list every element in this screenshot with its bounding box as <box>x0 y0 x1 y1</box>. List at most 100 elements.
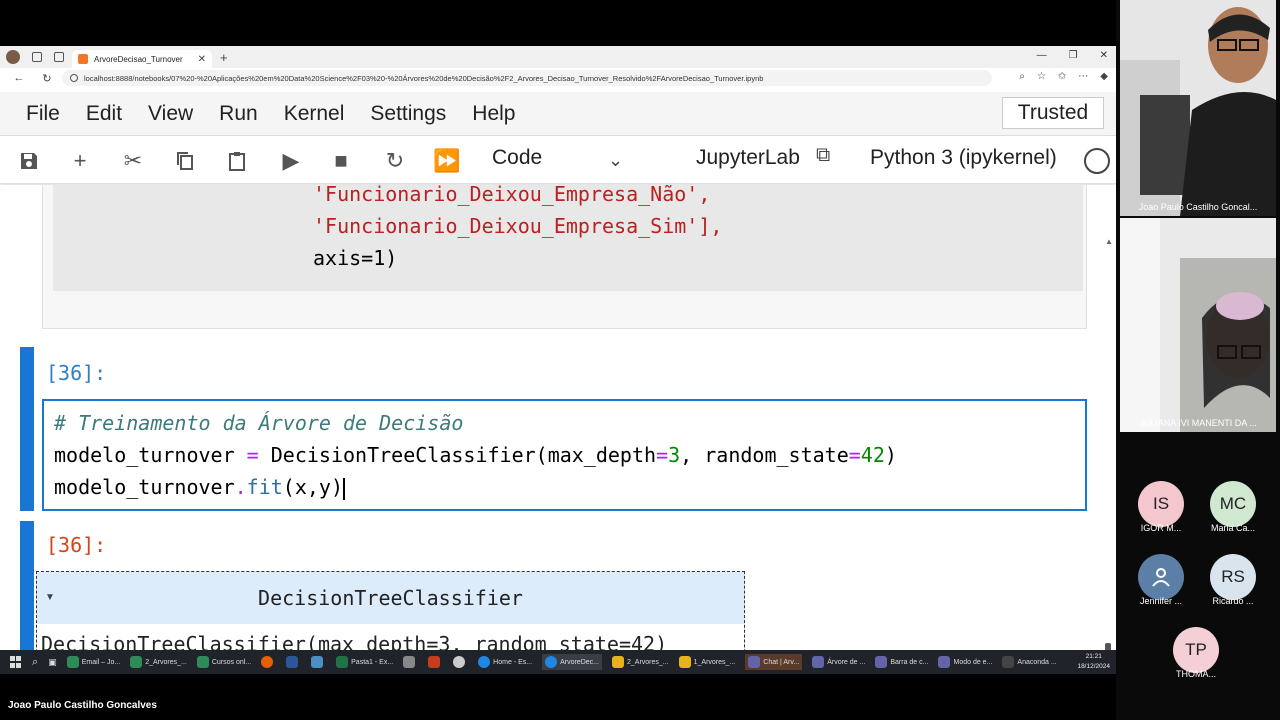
notebook-toolbar: + ✂ ▶ ■ ↻ ⏩ Code ⌄ JupyterLab ⧉ Python 3… <box>0 136 1116 184</box>
avatar[interactable]: MC <box>1210 481 1256 527</box>
taskbar-item[interactable]: Árvore de ... <box>812 656 865 668</box>
task-view-icon[interactable]: ▣ <box>48 657 57 668</box>
code-line: modelo_turnover = DecisionTreeClassifier… <box>54 443 897 467</box>
output-prompt: [36]: <box>46 533 107 557</box>
output-cell-indicator[interactable] <box>20 521 34 650</box>
avatar[interactable]: TP <box>1173 627 1219 673</box>
copy-icon[interactable] <box>172 148 198 174</box>
avatar-name: Jennifer ... <box>1139 596 1183 606</box>
url-field[interactable]: localhost:8888/notebooks/07%20-%20Aplica… <box>62 70 992 86</box>
taskbar-item[interactable]: 2_Arvores_... <box>130 656 187 668</box>
taskbar-item[interactable]: Anaconda ... <box>1002 656 1057 668</box>
jupyter-favicon-icon <box>78 54 88 64</box>
back-icon[interactable]: ← <box>10 72 28 84</box>
estimator-output: ▼ DecisionTreeClassifier DecisionTreeCla… <box>36 571 745 650</box>
menu-file[interactable]: File <box>26 102 60 126</box>
avatar-name: Ricardo ... <box>1212 596 1254 606</box>
paste-icon[interactable] <box>224 148 250 174</box>
word-icon[interactable] <box>286 656 301 668</box>
menu-run[interactable]: Run <box>219 102 258 126</box>
participants-panel: Joao Paulo Castilho Goncal... JULIANA IV… <box>1116 0 1280 720</box>
avatar[interactable]: IS <box>1138 481 1184 527</box>
code-line: axis=1) <box>313 246 398 270</box>
firefox-icon[interactable] <box>261 656 276 668</box>
trusted-button[interactable]: Trusted <box>1002 97 1104 129</box>
previous-cell-editor[interactable]: 'Funcionario_Deixou_Empresa_Não', 'Funci… <box>53 185 1083 291</box>
profile-avatar[interactable] <box>6 50 20 64</box>
taskbar-item[interactable]: Modo de e... <box>938 656 992 668</box>
taskbar-item[interactable]: Pasta1 - Ex... <box>336 656 393 668</box>
scroll-up-icon[interactable]: ▲ <box>1105 237 1113 246</box>
search-icon[interactable]: ⌕ <box>32 656 38 669</box>
taskbar-item[interactable]: 2_Arvores_... <box>611 656 669 668</box>
chevron-down-icon[interactable]: ⌄ <box>608 150 623 171</box>
notebook-scrollbar[interactable]: ▲ ▼ <box>1100 237 1116 650</box>
copilot-icon[interactable]: ◆ <box>1100 71 1108 82</box>
avatar[interactable]: RS <box>1210 554 1256 600</box>
app-icon[interactable] <box>453 656 468 668</box>
stop-icon[interactable]: ■ <box>328 148 354 174</box>
taskbar-item-active[interactable]: ArvoreDec... <box>542 654 602 670</box>
kernel-status-icon <box>1084 148 1110 174</box>
avatar[interactable] <box>1138 554 1184 600</box>
address-bar-row: ← ↻ localhost:8888/notebooks/07%20-%20Ap… <box>0 68 1116 88</box>
powerpoint-icon[interactable] <box>428 656 443 668</box>
previous-code-cell[interactable]: 'Funcionario_Deixou_Empresa_Não', 'Funci… <box>42 185 1087 329</box>
cell-type-select[interactable]: Code <box>492 146 542 170</box>
active-cell-indicator[interactable] <box>20 347 34 511</box>
avatar-name: THOMA... <box>1176 669 1216 679</box>
save-icon[interactable] <box>16 148 42 174</box>
minimize-icon[interactable]: — <box>1037 50 1047 61</box>
cut-icon[interactable]: ✂ <box>120 148 146 174</box>
app-icon[interactable] <box>311 656 326 668</box>
participant-name: JULIANA IVI MANENTI DA ... <box>1139 418 1257 428</box>
taskbar-item[interactable]: 1_Arvores_... <box>678 656 735 668</box>
notebook-area: 'Funcionario_Deixou_Empresa_Não', 'Funci… <box>0 185 1116 650</box>
run-all-icon[interactable]: ⏩ <box>433 148 460 174</box>
app-icon[interactable] <box>403 656 418 668</box>
string-token: 'Funcionario_Deixou_Empresa_Não', <box>313 185 711 206</box>
menu-edit[interactable]: Edit <box>86 102 122 126</box>
zoom-icon[interactable]: ⌕ <box>1019 71 1025 82</box>
taskbar-item[interactable]: Chat | Arv... <box>745 654 803 670</box>
taskbar-item[interactable]: Cursos onl... <box>196 656 251 668</box>
code-line: modelo_turnover.fit(x,y) <box>54 475 346 500</box>
estimator-header[interactable]: DecisionTreeClassifier <box>37 572 744 624</box>
new-tab-button[interactable]: + <box>220 50 228 65</box>
open-in-jupyterlab-link[interactable]: JupyterLab <box>696 146 800 170</box>
presenter-video-tile[interactable]: Joao Paulo Castilho Goncal... <box>1120 0 1276 216</box>
favorites-icon[interactable]: ✩ <box>1058 71 1066 82</box>
menu-view[interactable]: View <box>148 102 193 126</box>
participant-video-tile[interactable]: JULIANA IVI MANENTI DA ... <box>1120 218 1276 432</box>
workspaces-icon[interactable] <box>32 52 42 62</box>
presenter-name: Joao Paulo Castilho Goncal... <box>1138 202 1258 212</box>
input-prompt: [36]: <box>46 361 107 385</box>
active-code-cell[interactable]: # Treinamento da Árvore de Decisão model… <box>42 399 1087 511</box>
taskbar-item[interactable]: Home - Es... <box>478 656 532 668</box>
more-menu-icon[interactable]: ⋯ <box>1078 71 1088 82</box>
scroll-thumb[interactable] <box>1105 643 1111 650</box>
menu-help[interactable]: Help <box>472 102 515 126</box>
restart-icon[interactable]: ↻ <box>382 148 408 174</box>
favorite-star-icon[interactable]: ☆ <box>1037 71 1046 82</box>
close-tab-icon[interactable]: ✕ <box>198 54 206 65</box>
run-icon[interactable]: ▶ <box>278 148 304 174</box>
close-window-icon[interactable]: ✕ <box>1100 50 1108 61</box>
site-info-icon[interactable] <box>70 74 78 82</box>
taskbar-item[interactable]: Email – Jo... <box>66 656 120 668</box>
comment-token: # Treinamento da Árvore de Decisão <box>54 411 464 435</box>
menu-settings[interactable]: Settings <box>370 102 446 126</box>
external-link-icon[interactable]: ⧉ <box>816 144 830 167</box>
code-line: 'Funcionario_Deixou_Empresa_Não', <box>313 185 710 210</box>
add-cell-icon[interactable]: + <box>67 148 93 174</box>
menu-kernel[interactable]: Kernel <box>284 102 345 126</box>
reload-icon[interactable]: ↻ <box>38 72 56 85</box>
system-clock[interactable]: 21:21 18/12/2024 <box>1077 652 1110 672</box>
browser-tab-active[interactable]: ArvoreDecisao_Turnover ✕ <box>72 50 212 68</box>
taskbar-item[interactable]: Barra de c... <box>875 656 928 668</box>
tab-actions-icon[interactable] <box>54 52 64 62</box>
kernel-name[interactable]: Python 3 (ipykernel) <box>870 146 1057 170</box>
windows-start-icon[interactable] <box>10 656 22 668</box>
tab-bar: ArvoreDecisao_Turnover ✕ + — ❐ ✕ <box>0 46 1116 68</box>
restore-icon[interactable]: ❐ <box>1069 50 1078 61</box>
